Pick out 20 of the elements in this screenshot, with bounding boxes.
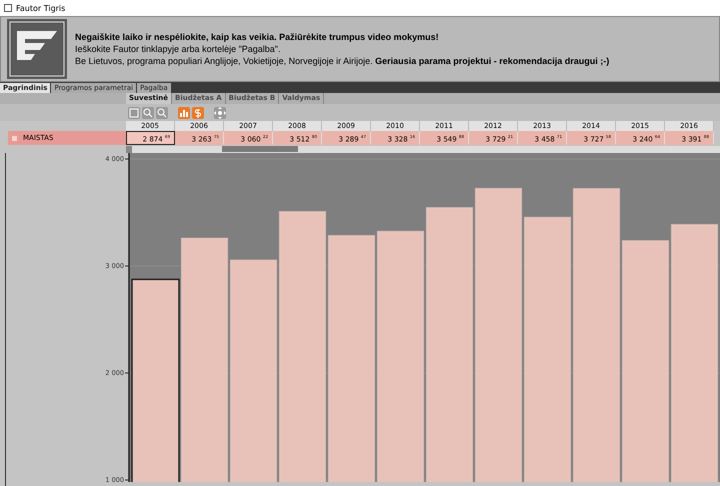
move-icon	[214, 106, 226, 119]
banner-text: Ieškokite Fautor tinklapyje arba kortelėje "Pagalba".	[75, 43, 282, 56]
toolbar-button[interactable]	[192, 106, 204, 119]
row-square-icon	[12, 136, 17, 141]
dollar-icon	[192, 106, 204, 119]
zoom-in-icon	[142, 106, 154, 119]
banner-text: Negaiškite laiko ir nespėliokite, kaip kas veikia. Pažiūrėkite trumpus video mokymus!	[75, 31, 440, 44]
window-title: Fautor Tigris	[16, 4, 66, 13]
toolbar-button[interactable]	[214, 106, 226, 119]
toolbar-button[interactable]	[178, 106, 190, 119]
toolbar-button[interactable]	[128, 106, 140, 119]
logo-icon	[7, 19, 67, 80]
scrollbar[interactable]	[126, 146, 720, 153]
app-icon	[4, 4, 12, 12]
toolbar-button[interactable]	[156, 106, 168, 119]
zoom-out-icon	[156, 106, 168, 119]
toolbar-button[interactable]	[142, 106, 154, 119]
save-icon	[128, 106, 140, 119]
bar[interactable]	[131, 278, 180, 482]
banner-text: Be Lietuvos, programa populiari Anglijoje, Vokietijoje, Norvegijoje ir Airijoje. Geriausia parama projektui - rekomendacija draugui ;-)	[75, 55, 610, 68]
